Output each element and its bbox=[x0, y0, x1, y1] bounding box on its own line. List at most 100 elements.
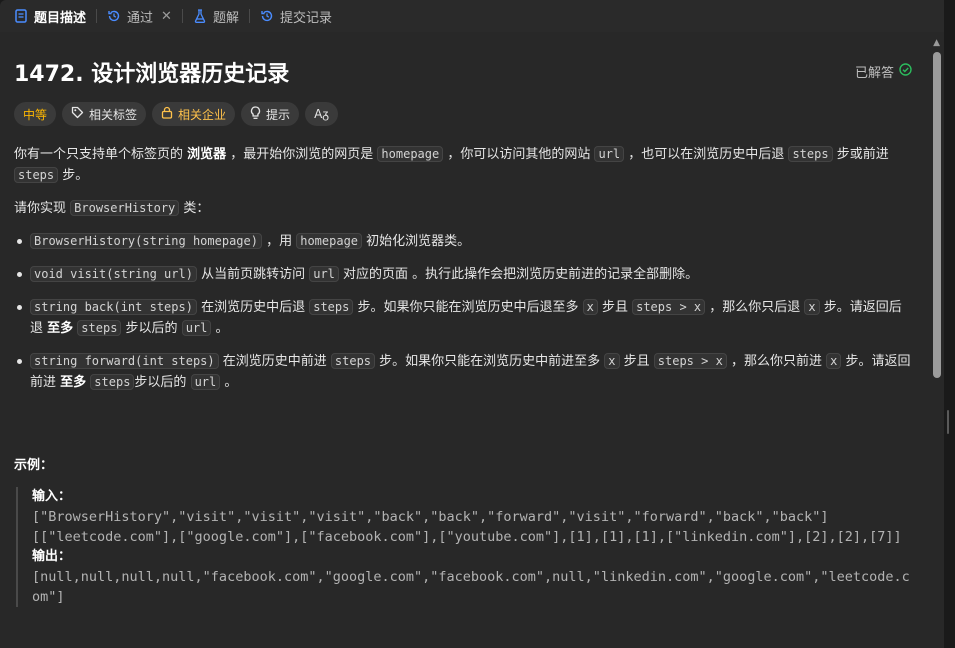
solved-label: 已解答 bbox=[854, 66, 894, 81]
text: 对应的页面 。执行此操作会把浏览历史前进的记录全部删除。 bbox=[338, 267, 699, 282]
scroll-up-arrow-icon[interactable]: ▲ bbox=[933, 38, 940, 48]
text: 在浏览历史中前进 bbox=[218, 354, 331, 369]
bold-text: 浏览器 bbox=[187, 147, 227, 162]
hint-button[interactable]: 提示 bbox=[241, 102, 300, 126]
inline-code: BrowserHistory bbox=[70, 200, 180, 216]
inline-code: url bbox=[594, 146, 625, 162]
hint-label: 提示 bbox=[266, 107, 291, 122]
inline-code: x bbox=[604, 353, 620, 369]
tab-divider bbox=[181, 9, 183, 23]
inline-code: string back(int steps) bbox=[30, 299, 197, 315]
inline-code: homepage bbox=[296, 233, 363, 249]
inline-code: steps bbox=[90, 374, 135, 390]
text: 在浏览历史中后退 bbox=[196, 300, 310, 315]
history-icon bbox=[260, 9, 274, 23]
text: ，也可以在浏览历史中后退 bbox=[624, 147, 789, 162]
check-circle-icon bbox=[899, 63, 912, 80]
tag-icon bbox=[71, 106, 84, 122]
text: ，那么你只后退 bbox=[705, 300, 805, 315]
lightbulb-icon bbox=[250, 105, 261, 123]
scrollbar-thumb[interactable] bbox=[933, 52, 941, 378]
resize-grip-icon[interactable] bbox=[947, 410, 949, 434]
text: 请你实现 bbox=[14, 201, 71, 216]
text: ，那么你只前进 bbox=[726, 354, 827, 369]
tab-description[interactable]: 题目描述 bbox=[8, 0, 92, 32]
inline-code: url bbox=[181, 320, 212, 336]
text: ，用 bbox=[261, 234, 297, 249]
inline-code: x bbox=[582, 299, 598, 315]
tab-accepted-label: 通过 bbox=[127, 10, 154, 26]
inline-code: steps bbox=[77, 320, 122, 336]
text: 步且 bbox=[619, 354, 654, 369]
inline-code: url bbox=[309, 266, 339, 282]
problem-title: 1472. 设计浏览器历史记录 bbox=[14, 62, 290, 87]
inline-code: steps > x bbox=[653, 353, 727, 369]
text: 你有一个只支持单个标签页的 bbox=[14, 147, 188, 162]
description-paragraph: 你有一个只支持单个标签页的 浏览器 ，最开始你浏览的网页是 homepage ，… bbox=[14, 144, 914, 186]
tab-solutions-label: 题解 bbox=[212, 10, 239, 26]
related-tags-button[interactable]: 相关标签 bbox=[62, 102, 147, 126]
example-block: 输入： ["BrowserHistory","visit","visit","v… bbox=[16, 487, 916, 607]
text: 步以后的 bbox=[121, 321, 182, 336]
inline-code: void visit(string url) bbox=[30, 266, 197, 282]
tab-description-label: 题目描述 bbox=[34, 10, 87, 26]
text: 从当前页跳转访问 bbox=[196, 267, 310, 282]
text: ，最开始你浏览的网页是 bbox=[226, 147, 378, 162]
tab-solutions[interactable]: 题解 bbox=[187, 0, 245, 32]
document-icon bbox=[14, 9, 28, 23]
bold-text: 至多 bbox=[60, 375, 87, 390]
inline-code: homepage bbox=[377, 146, 444, 162]
input-line: ["BrowserHistory","visit","visit","visit… bbox=[32, 509, 829, 525]
list-item: BrowserHistory(string homepage) ，用 homep… bbox=[14, 231, 914, 252]
history-icon bbox=[107, 9, 121, 23]
tab-submissions-label: 提交记录 bbox=[279, 10, 332, 26]
panel-resize-edge[interactable] bbox=[944, 0, 955, 648]
related-tags-label: 相关标签 bbox=[89, 107, 138, 122]
input-line: [["leetcode.com"],["google.com"],["faceb… bbox=[32, 529, 902, 545]
text: 初始化浏览器类。 bbox=[362, 234, 471, 249]
related-companies-button[interactable]: 相关企业 bbox=[152, 102, 236, 126]
translate-icon: Aᵹ bbox=[314, 107, 329, 121]
tab-bar: 题目描述 通过 ✕ 题解 提交记录 bbox=[0, 0, 944, 32]
text: 。 bbox=[211, 321, 229, 336]
method-list: BrowserHistory(string homepage) ，用 homep… bbox=[14, 231, 914, 393]
inline-code: x bbox=[804, 299, 820, 315]
inline-code: string forward(int steps) bbox=[30, 353, 219, 369]
text: 步。如果你只能在浏览历史中前进至多 bbox=[375, 354, 605, 369]
problem-description: 你有一个只支持单个标签页的 浏览器 ，最开始你浏览的网页是 homepage ，… bbox=[14, 144, 914, 405]
inline-code: url bbox=[190, 374, 221, 390]
text: 步。 bbox=[58, 168, 89, 183]
tab-submissions[interactable]: 提交记录 bbox=[254, 0, 338, 32]
tab-divider bbox=[248, 9, 250, 23]
output-line: [null,null,null,null,"facebook.com","goo… bbox=[32, 569, 910, 605]
inline-code: steps bbox=[14, 167, 59, 183]
bold-text: 至多 bbox=[47, 321, 74, 336]
flask-icon bbox=[193, 9, 207, 23]
description-paragraph: 请你实现 BrowserHistory 类： bbox=[14, 198, 914, 219]
text: 步。如果你只能在浏览历史中后退至多 bbox=[353, 300, 583, 315]
difficulty-badge[interactable]: 中等 bbox=[14, 102, 57, 126]
text: 步或前进 bbox=[832, 147, 889, 162]
text: 。 bbox=[220, 375, 238, 390]
inline-code: x bbox=[826, 353, 842, 369]
example-heading: 示例： bbox=[14, 458, 54, 473]
related-companies-label: 相关企业 bbox=[178, 107, 227, 122]
inline-code: BrowserHistory(string homepage) bbox=[30, 233, 262, 249]
list-item: string back(int steps) 在浏览历史中后退 steps 步。… bbox=[14, 297, 914, 339]
inline-code: steps bbox=[788, 146, 833, 162]
description-panel: ▲ 1472. 设计浏览器历史记录 已解答 中等 相关标签 相关企业 提示 Aᵹ… bbox=[0, 32, 944, 648]
inline-code: steps bbox=[309, 299, 354, 315]
text: 类： bbox=[179, 201, 210, 216]
list-item: string forward(int steps) 在浏览历史中前进 steps… bbox=[14, 351, 914, 393]
close-icon[interactable]: ✕ bbox=[161, 9, 172, 24]
output-label: 输出： bbox=[32, 549, 72, 564]
list-item: void visit(string url) 从当前页跳转访问 url 对应的页… bbox=[14, 264, 914, 285]
tab-divider bbox=[96, 9, 98, 23]
inline-code: steps bbox=[330, 353, 376, 369]
inline-code: steps > x bbox=[632, 299, 706, 315]
translate-button[interactable]: Aᵹ bbox=[305, 102, 338, 126]
text: 步且 bbox=[597, 300, 633, 315]
tag-row: 中等 相关标签 相关企业 提示 Aᵹ bbox=[14, 102, 338, 126]
tab-accepted[interactable]: 通过 ✕ bbox=[101, 0, 178, 32]
input-label: 输入： bbox=[32, 489, 72, 504]
